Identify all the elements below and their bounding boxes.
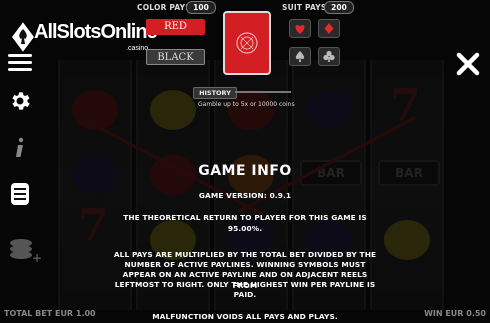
card-back-pattern-icon [236, 32, 258, 54]
win-display: WIN EUR 0.50 [424, 309, 486, 318]
game-version: GAME VERSION: 0.9.1 [198, 191, 292, 200]
diamond-logo-icon [10, 20, 36, 54]
history-tab[interactable]: HISTORY [193, 87, 237, 99]
svg-text:+: + [32, 251, 42, 265]
color-pays-value: 100 [186, 1, 216, 14]
menu-icon[interactable] [8, 50, 32, 74]
logo-subtext: .casino [126, 45, 149, 52]
suit-pays-value: 200 [324, 1, 354, 14]
color-pays-label: COLOR PAYS [137, 3, 191, 12]
suit-pays-label: SUIT PAYS [282, 3, 327, 12]
game-stage: 7 BAR 7 BAR AllSlotsOnline .casino + COL… [0, 0, 490, 323]
rtp-line-2: 95.00%. [227, 224, 263, 233]
close-icon[interactable] [454, 50, 482, 78]
logo-text: AllSlotsOnline [34, 21, 158, 43]
coins-icon[interactable]: + [8, 236, 42, 266]
diamonds-button[interactable] [318, 19, 340, 38]
info-icon[interactable] [8, 136, 32, 160]
spades-button[interactable] [289, 47, 311, 66]
rtp-line-1: THE THEORETICAL RETURN TO PLAYER FOR THI… [123, 213, 367, 222]
spade-icon [295, 51, 305, 62]
gear-icon[interactable] [8, 89, 32, 113]
clubs-button[interactable] [318, 47, 340, 66]
bottom-bar: TOTAL BET EUR 1.00 WIN EUR 0.50 [0, 307, 490, 323]
game-info-title: GAME INFO [198, 163, 292, 179]
hearts-button[interactable] [289, 19, 311, 38]
paytable-icon[interactable] [8, 182, 32, 206]
red-button[interactable]: RED [146, 19, 205, 35]
pays-line-5: PAID. [233, 290, 257, 299]
history-divider [235, 91, 291, 93]
total-bet-display: TOTAL BET EUR 1.00 [4, 309, 96, 318]
black-button[interactable]: BLACK [146, 49, 205, 65]
gamble-card-back [223, 11, 271, 75]
heart-icon [295, 25, 305, 34]
club-icon [323, 50, 335, 62]
gamble-limit-note: Gamble up to 5x or 10000 coins [198, 101, 295, 108]
diamond-icon [324, 23, 334, 34]
